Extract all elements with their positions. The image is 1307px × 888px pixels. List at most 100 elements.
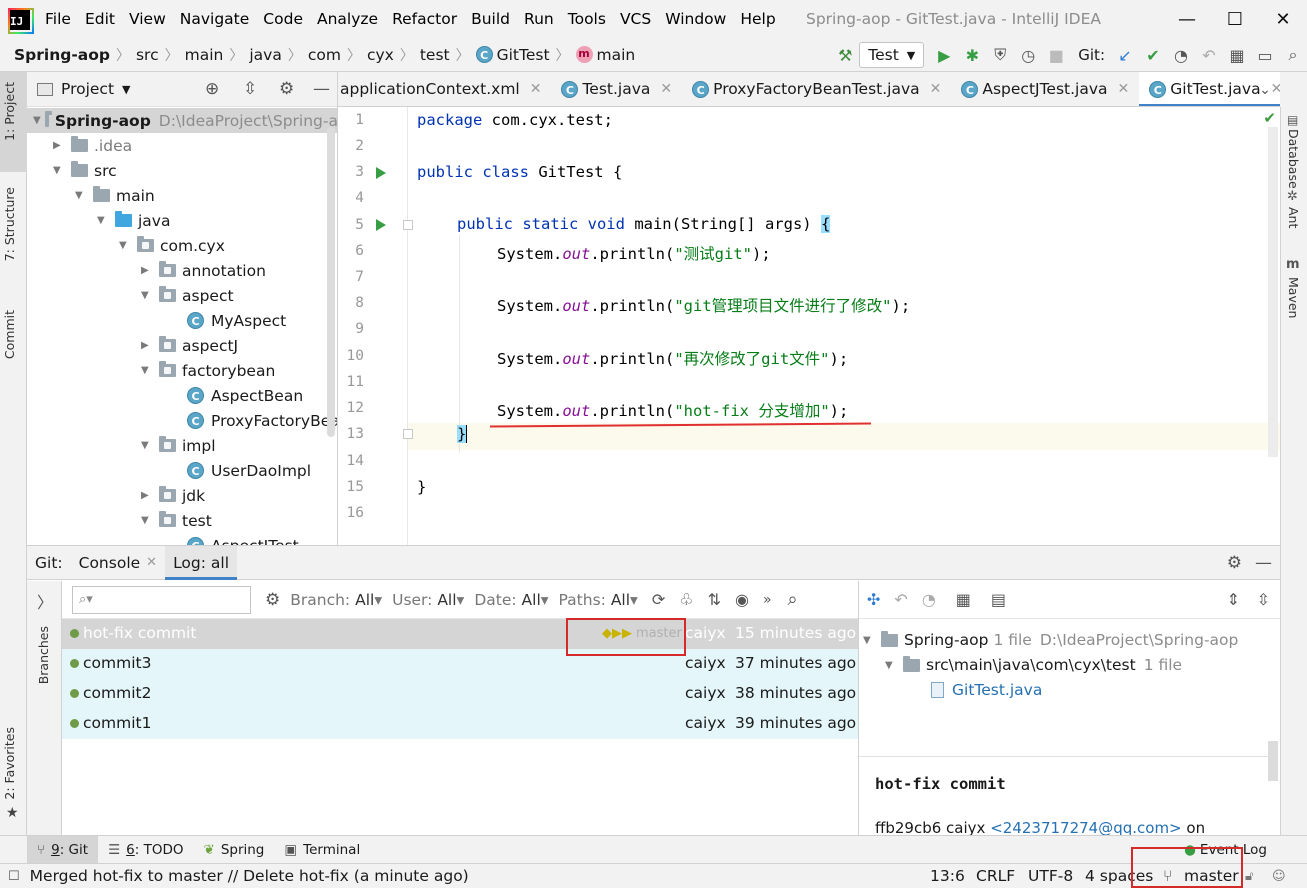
build-hammer-icon[interactable]: ⚒ — [831, 41, 859, 69]
run-configuration-select[interactable]: Test ▼ — [859, 42, 925, 68]
commit-row[interactable]: commit3 caiyx 37 minutes ago — [62, 649, 858, 679]
chevron-right-icon[interactable]: 〉 — [37, 589, 53, 613]
git-commit-icon[interactable]: ✔ — [1139, 41, 1167, 69]
commit-row[interactable]: commit2 caiyx 38 minutes ago — [62, 679, 858, 709]
project-view-select[interactable]: Project — [61, 80, 114, 98]
filter-user[interactable]: User: All▾ — [392, 591, 464, 609]
tree-node-idea[interactable]: ▶ .idea — [53, 133, 132, 158]
tree-node-aspectj[interactable]: ▶ aspectJ — [141, 333, 238, 358]
fold-icon[interactable] — [403, 429, 413, 439]
tree-node-jdk[interactable]: ▶ jdk — [141, 483, 205, 508]
status-message[interactable]: Merged hot-fix to master // Delete hot-f… — [30, 867, 469, 885]
menu-view[interactable]: View — [122, 0, 173, 38]
structure-tool-tab[interactable]: 7: Structure — [2, 187, 17, 261]
menu-tools[interactable]: Tools — [561, 0, 613, 38]
tab-aspectjtest[interactable]: C AspectJTest.java ✕ — [951, 72, 1139, 106]
tree-node-test[interactable]: ▼ test — [141, 508, 212, 533]
profile-icon[interactable]: ◷ — [1014, 41, 1042, 69]
fold-icon[interactable] — [403, 220, 413, 230]
revert-icon[interactable]: ↶ — [894, 590, 907, 609]
file-encoding[interactable]: UTF-8 — [1028, 867, 1073, 885]
filter-branch[interactable]: Branch: All▾ — [290, 591, 382, 609]
project-structure-icon[interactable]: ▦ — [1223, 41, 1251, 69]
menu-help[interactable]: Help — [733, 0, 782, 38]
chevron-down-icon[interactable]: ⌄ — [1250, 72, 1280, 106]
run-class-icon[interactable] — [376, 167, 386, 179]
changes-root-node[interactable]: ▼ Spring-aop 1 file D:\IdeaProject\Sprin… — [863, 630, 1238, 649]
tree-node-com-cyx[interactable]: ▼ com.cyx — [119, 233, 225, 258]
cherry-pick-icon[interactable]: ♧ — [679, 590, 693, 609]
coverage-icon[interactable]: ⛨ — [986, 41, 1014, 69]
commit-row[interactable]: commit1 caiyx 39 minutes ago — [62, 709, 858, 739]
tool-tab-terminal[interactable]: ▣ Terminal — [274, 836, 370, 864]
close-tab-icon[interactable]: ✕ — [1118, 81, 1130, 97]
editor-scrollbar[interactable] — [1268, 127, 1278, 457]
chevron-down-icon[interactable]: ▼ — [122, 83, 130, 96]
close-tab-icon[interactable]: ✕ — [530, 81, 542, 97]
layout-icon[interactable]: ▤ — [991, 590, 1006, 609]
run-icon[interactable]: ▶ — [930, 41, 958, 69]
menu-edit[interactable]: Edit — [78, 0, 122, 38]
tab-proxyfactorybeantest[interactable]: C ProxyFactoryBeanTest.java ✕ — [682, 72, 951, 106]
run-method-icon[interactable] — [376, 219, 386, 231]
stop-icon[interactable]: ■ — [1042, 41, 1070, 69]
caret-position[interactable]: 13:6 — [930, 867, 965, 885]
minimize-icon[interactable]: — — [1163, 0, 1211, 38]
commit-tool-tab[interactable]: Commit — [2, 310, 17, 359]
close-tab-icon[interactable]: ✕ — [660, 81, 672, 97]
tool-tab-git[interactable]: ⑂ 9: Git — [27, 835, 99, 864]
tab-test-java[interactable]: C Test.java ✕ — [551, 72, 682, 106]
git-update-icon[interactable]: ↙ — [1111, 41, 1139, 69]
maximize-icon[interactable]: ☐ — [1211, 0, 1259, 38]
close-tab-icon[interactable]: ✕ — [146, 555, 157, 570]
inspector-icon[interactable]: ☺ — [1272, 869, 1286, 884]
close-icon[interactable]: ✕ — [1259, 0, 1307, 38]
close-tab-icon[interactable]: ✕ — [930, 81, 942, 97]
tree-node-impl[interactable]: ▼ impl — [141, 433, 216, 458]
breadcrumb-test[interactable]: test — [420, 46, 450, 64]
breadcrumb-main[interactable]: main — [185, 46, 224, 64]
filter-date[interactable]: Date: All▾ — [474, 591, 548, 609]
database-tool-tab[interactable]: Database — [1286, 129, 1301, 189]
tree-node-userdaoimpl[interactable]: C UserDaoImpl — [187, 458, 311, 483]
tree-node-aspectbean[interactable]: C AspectBean — [187, 383, 303, 408]
filter-paths[interactable]: Paths: All▾ — [559, 591, 638, 609]
breadcrumb-src[interactable]: src — [136, 46, 159, 64]
search-everywhere-icon[interactable]: ⌕ — [1279, 41, 1307, 69]
tab-console[interactable]: Console ✕ — [71, 546, 165, 580]
locate-icon[interactable]: ⊕ — [205, 79, 219, 99]
menu-navigate[interactable]: Navigate — [173, 0, 257, 38]
tool-windows-icon[interactable]: ☐ — [8, 869, 20, 884]
sort-icon[interactable]: ⇅ — [708, 590, 721, 609]
hide-icon[interactable]: — — [313, 79, 330, 99]
breadcrumb-method[interactable]: m main — [575, 46, 635, 64]
menu-window[interactable]: Window — [658, 0, 733, 38]
changes-dir-node[interactable]: ▼ src\main\java\com\cyx\test 1 file — [885, 655, 1182, 674]
tool-tab-todo[interactable]: ☰ 6: TODO — [98, 836, 193, 864]
tree-node-java[interactable]: ▼ java — [97, 208, 170, 233]
project-tool-tab[interactable]: 1: Project — [0, 72, 27, 172]
project-scrollbar[interactable] — [327, 127, 335, 437]
log-search-input[interactable]: ⌕▾ — [72, 585, 251, 614]
tree-node-aspect[interactable]: ▼ aspect — [141, 283, 234, 308]
line-separator[interactable]: CRLF — [976, 867, 1015, 885]
collapse-all-icon[interactable]: ⇳ — [1257, 590, 1270, 609]
branches-toggle[interactable]: Branches — [36, 626, 51, 684]
breadcrumb-cyx[interactable]: cyx — [367, 46, 394, 64]
maven-tool-tab[interactable]: Maven — [1286, 277, 1301, 318]
search-icon[interactable]: ⌕ — [788, 589, 798, 610]
tab-applicationcontext[interactable]: applicationContext.xml ✕ — [338, 72, 551, 106]
lock-icon[interactable]: 🔓︎ — [1245, 869, 1253, 884]
more-icon[interactable]: » — [763, 592, 772, 608]
history-icon[interactable]: ◔ — [922, 590, 936, 609]
menu-build[interactable]: Build — [464, 0, 517, 38]
tree-node-src[interactable]: ▼ src — [53, 158, 117, 183]
ant-tool-tab[interactable]: Ant — [1286, 207, 1301, 228]
tree-node-myaspect[interactable]: C MyAspect — [187, 308, 286, 333]
group-by-icon[interactable]: ▦ — [956, 590, 971, 609]
tree-node-root[interactable]: ▼ Spring-aop D:\IdeaProject\Spring-a — [27, 108, 337, 133]
menu-run[interactable]: Run — [517, 0, 561, 38]
menu-vcs[interactable]: VCS — [613, 0, 658, 38]
gear-icon[interactable]: ⚙ — [265, 590, 280, 610]
hide-icon[interactable]: — — [1255, 553, 1272, 573]
